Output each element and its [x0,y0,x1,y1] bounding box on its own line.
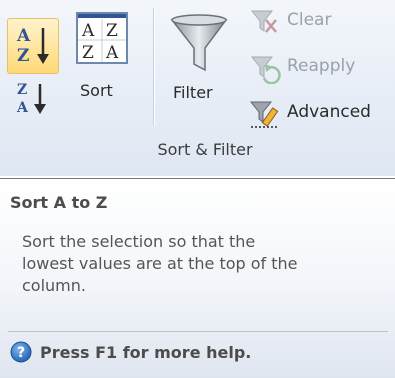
reapply-button-label: Reapply [287,56,356,76]
ribbon-group-title: Sort & Filter [157,140,253,159]
svg-text:A: A [16,26,31,46]
advanced-button-label: Advanced [287,102,371,122]
help-text: Press F1 for more help. [40,343,252,362]
tooltip-divider [8,331,388,332]
sort-ascending-button[interactable]: A Z [7,18,59,74]
filter-button-label: Filter [173,83,213,102]
sort-az-icon: A Z [16,26,49,66]
sort-dialog-button[interactable]: A Z Z A Sort [66,10,138,124]
group-separator [153,8,154,126]
advanced-filter-icon [249,101,279,128]
svg-text:?: ? [17,345,25,361]
sort-button-label: Sort [80,81,113,100]
tooltip-title: Sort A to Z [10,193,108,212]
funnel-icon [170,14,228,72]
tooltip-description: Sort the selection so that the lowest va… [22,231,395,297]
sort-ascending-tooltip: Sort A to Z Sort the selection so that t… [0,178,395,378]
sort-za-icon: Z A [16,82,46,116]
svg-text:Z: Z [106,21,118,41]
tooltip-description-line: lowest values are at the top of the [22,254,298,273]
advanced-filter-button[interactable]: Advanced [245,96,395,128]
reapply-icon [250,56,281,84]
clear-button-label: Clear [287,10,332,30]
svg-text:Z: Z [17,82,27,98]
tooltip-description-line: column. [22,276,86,295]
filter-button[interactable]: Filter [162,6,238,126]
clear-button[interactable]: Clear [245,4,395,36]
reapply-button[interactable]: Reapply [245,50,395,84]
svg-text:A: A [16,100,29,116]
help-icon: ? [10,341,32,363]
sort-descending-button[interactable]: Z A [7,74,59,130]
sort-dialog-icon: A Z Z A [76,12,128,64]
tooltip-description-line: Sort the selection so that the [22,232,256,251]
svg-text:A: A [105,43,119,63]
svg-text:Z: Z [82,43,94,63]
sort-filter-ribbon-group: A Z Z A A Z Z A Sort Filter Clear Reappl… [0,0,395,176]
clear-filter-icon [250,10,277,33]
svg-text:A: A [81,21,95,41]
svg-text:Z: Z [17,46,29,66]
